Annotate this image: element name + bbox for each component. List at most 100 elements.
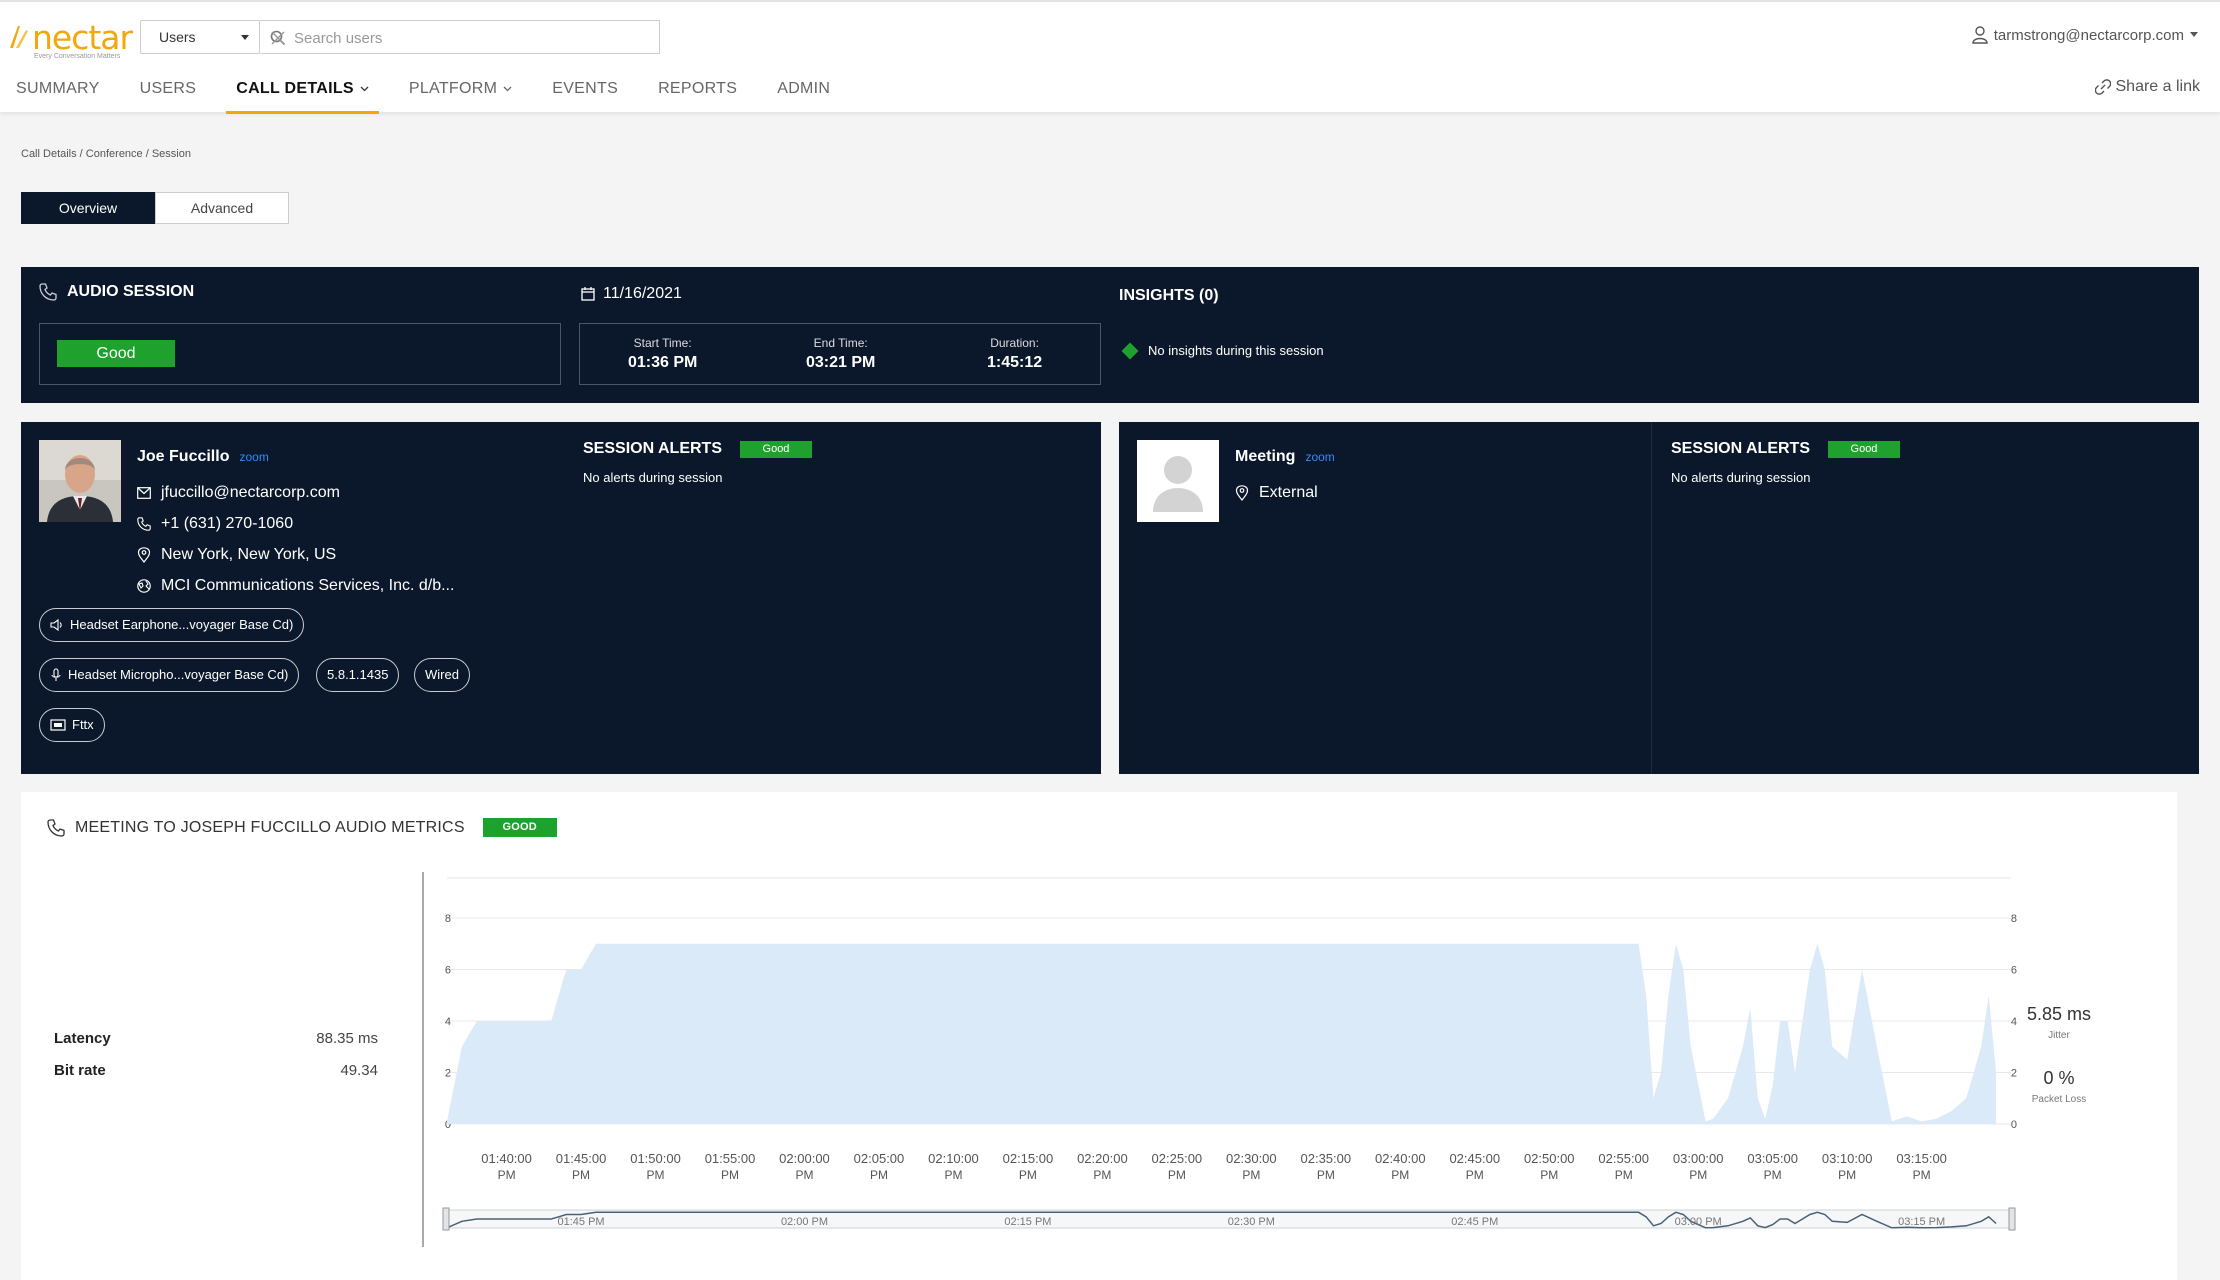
nav-users[interactable]: USERS	[120, 74, 217, 114]
connection-type-pill[interactable]: Wired	[414, 658, 470, 692]
navigator-label: 02:15 PM	[1004, 1216, 1051, 1228]
nav-admin[interactable]: ADMIN	[757, 74, 850, 114]
callee-panel: Meeting zoom External SESSION ALERTS Goo…	[1119, 422, 2199, 774]
x-tick-suffix: PM	[1764, 1168, 1782, 1182]
caller-avatar	[39, 440, 121, 522]
x-tick-suffix: PM	[1093, 1168, 1111, 1182]
callee-name: Meeting zoom	[1235, 448, 1335, 465]
nav-call-details[interactable]: CALL DETAILS	[216, 74, 389, 114]
navigator-label: 03:00 PM	[1675, 1216, 1722, 1228]
nav-platform[interactable]: PLATFORM	[389, 74, 532, 114]
audio-metrics-card: MEETING TO JOSEPH FUCCILLO AUDIO METRICS…	[21, 792, 2177, 1280]
audio-metrics-title: MEETING TO JOSEPH FUCCILLO AUDIO METRICS…	[47, 818, 557, 837]
caller-isp: MCI Communications Services, Inc. d/b...	[137, 577, 454, 595]
client-version-pill[interactable]: 5.8.1.1435	[316, 658, 400, 692]
nav-events[interactable]: EVENTS	[532, 74, 638, 114]
share-link-label: Share a link	[2115, 78, 2201, 95]
start-time: Start Time: 01:36 PM	[628, 336, 698, 371]
x-tick-label: 02:30:00	[1226, 1151, 1277, 1166]
microphone-device-pill[interactable]: Headset Micropho...voyager Base Cd)	[39, 658, 300, 692]
y-tick-label-right: 6	[2011, 965, 2017, 977]
x-tick-suffix: PM	[721, 1168, 739, 1182]
share-link-button[interactable]: Share a link	[2094, 78, 2201, 96]
x-tick-suffix: PM	[944, 1168, 962, 1182]
search-box	[260, 20, 660, 54]
main-nav: SUMMARY USERS CALL DETAILS PLATFORM EVEN…	[0, 74, 850, 114]
caller-panel: Joe Fuccillo zoom jfuccillo@nectarcorp.c…	[21, 422, 1101, 774]
audio-session-panel: AUDIO SESSION Good 11/16/2021 Start Time…	[21, 267, 2199, 403]
tab-overview[interactable]: Overview	[21, 192, 155, 224]
x-tick-suffix: PM	[1168, 1168, 1186, 1182]
bitrate-metric: Bit rate 49.34	[54, 1062, 378, 1079]
x-tick-label: 01:50:00	[630, 1151, 681, 1166]
x-tick-suffix: PM	[1019, 1168, 1037, 1182]
y-tick-label-left: 6	[445, 965, 451, 977]
caret-down-icon	[2190, 32, 2198, 37]
nav-reports[interactable]: REPORTS	[638, 74, 757, 114]
callee-platform: zoom	[1305, 450, 1335, 464]
good-diamond-icon	[1121, 342, 1139, 359]
x-tick-label: 02:50:00	[1524, 1151, 1575, 1166]
nectar-logo[interactable]: nectar Every Conversation Matters	[8, 16, 133, 60]
chevron-down-icon	[503, 86, 512, 92]
network-icon	[50, 719, 66, 731]
y-tick-label-right: 8	[2011, 913, 2017, 925]
insights-title: INSIGHTS (0)	[1119, 287, 1219, 304]
x-tick-label: 03:05:00	[1747, 1151, 1798, 1166]
duration: Duration: 1:45:12	[987, 336, 1043, 371]
y-tick-label-left: 2	[445, 1068, 451, 1080]
x-tick-suffix: PM	[1615, 1168, 1633, 1182]
breadcrumb[interactable]: Call Details / Conference / Session	[21, 148, 191, 160]
user-menu[interactable]: tarmstrong@nectarcorp.com	[1972, 26, 2198, 44]
x-tick-label: 02:00:00	[779, 1151, 830, 1166]
caller-name: Joe Fuccillo zoom	[137, 448, 269, 465]
caller-platform: zoom	[239, 450, 269, 464]
audio-metrics-chart[interactable]: 0 02 24 46 68 801:40:00PM01:45:00PM01:50:00PM…	[399, 872, 2039, 1272]
caller-alerts-text: No alerts during session	[583, 470, 723, 485]
navigator-label: 02:30 PM	[1228, 1216, 1275, 1228]
end-time: End Time: 03:21 PM	[806, 336, 876, 371]
speaker-device-pill[interactable]: Headset Earphone...voyager Base Cd)	[39, 608, 305, 642]
packet-loss-stat: 0 % Packet Loss	[2031, 1068, 2087, 1105]
x-tick-label: 02:35:00	[1301, 1151, 1352, 1166]
logo-mark-icon	[10, 26, 28, 48]
x-tick-suffix: PM	[1242, 1168, 1260, 1182]
x-tick-suffix: PM	[870, 1168, 888, 1182]
y-tick-label-left: 4	[445, 1016, 451, 1028]
clear-search-icon[interactable]	[270, 30, 286, 46]
x-tick-label: 02:55:00	[1598, 1151, 1649, 1166]
navigator-label: 01:45 PM	[558, 1216, 605, 1228]
navigator-label: 02:45 PM	[1451, 1216, 1498, 1228]
x-tick-label: 02:20:00	[1077, 1151, 1128, 1166]
search-scope-select[interactable]: Users	[140, 20, 260, 54]
navigator-label: 03:15 PM	[1898, 1216, 1945, 1228]
y-tick-label-right: 0	[2011, 1119, 2017, 1131]
callee-alerts-text: No alerts during session	[1671, 470, 1811, 485]
callee-session-alerts-title: SESSION ALERTS Good	[1671, 440, 1900, 458]
network-type-pill[interactable]: Fttx	[39, 708, 105, 742]
session-times-box: Start Time: 01:36 PM End Time: 03:21 PM …	[579, 323, 1101, 385]
x-tick-label: 02:05:00	[854, 1151, 905, 1166]
caller-session-alerts-title: SESSION ALERTS Good	[583, 440, 812, 458]
caret-down-icon	[241, 35, 249, 40]
x-tick-suffix: PM	[498, 1168, 516, 1182]
view-tabs: Overview Advanced	[21, 192, 289, 224]
x-tick-label: 02:45:00	[1449, 1151, 1500, 1166]
x-tick-suffix: PM	[1466, 1168, 1484, 1182]
panel-divider	[1651, 422, 1652, 774]
nav-summary[interactable]: SUMMARY	[0, 74, 120, 114]
email-icon	[137, 487, 151, 499]
link-icon	[2094, 79, 2111, 95]
x-tick-label: 03:00:00	[1673, 1151, 1724, 1166]
x-tick-suffix: PM	[1913, 1168, 1931, 1182]
phone-icon	[47, 818, 65, 837]
navigator-label: 02:00 PM	[781, 1216, 828, 1228]
calendar-icon	[581, 287, 595, 301]
globe-icon	[137, 579, 151, 593]
x-tick-suffix: PM	[1391, 1168, 1409, 1182]
session-date: 11/16/2021	[581, 285, 682, 303]
microphone-icon	[51, 668, 61, 681]
tab-advanced[interactable]: Advanced	[155, 192, 289, 224]
search-input[interactable]	[294, 27, 614, 49]
user-icon	[1972, 26, 1988, 44]
